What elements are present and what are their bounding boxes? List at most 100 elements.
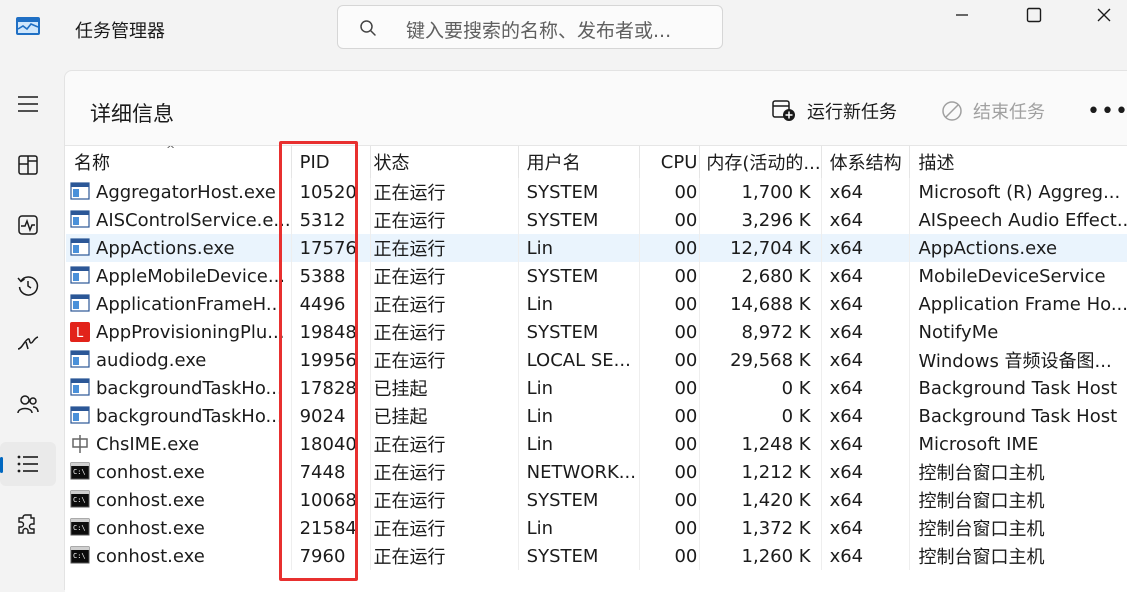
more-options-button[interactable]: •••: [1087, 99, 1127, 124]
cell-name: L AppProvisioningPlu...: [66, 318, 292, 346]
cell-name: C:\ conhost.exe: [66, 514, 292, 542]
cell-cpu: 00: [639, 318, 701, 346]
end-task-label: 结束任务: [973, 102, 1045, 123]
table-row[interactable]: audiodg.exe 19956 正在运行 LOCAL SE... 00 29,568 …: [66, 346, 1127, 374]
search-input[interactable]: 键入要搜索的名称、发布者或...: [406, 16, 671, 43]
task-manager-app-icon: [16, 17, 40, 35]
table-row[interactable]: C:\ conhost.exe 7448 正在运行 NETWORK... 00 1,212 …: [66, 458, 1127, 486]
cell-cpu: 00: [639, 262, 701, 290]
cell-architecture-text: x64: [829, 181, 864, 203]
cell-username-text: SYSTEM: [526, 209, 599, 231]
cell-cpu-text: 00: [674, 377, 698, 399]
minimize-button[interactable]: [932, 0, 992, 30]
cell-name: audiodg.exe: [66, 346, 292, 374]
table-row[interactable]: C:\ conhost.exe 10068 正在运行 SYSTEM 00 1,420 K x6…: [66, 486, 1127, 514]
table-header-row: 名称 ^ PID 状态 用户名 CPU 内存(活动的... 体系结构 描述: [66, 146, 1127, 178]
cell-name-text: conhost.exe: [96, 461, 205, 483]
cell-name-text: ApplicationFrameH...: [96, 293, 284, 315]
column-header-status[interactable]: 状态: [370, 146, 519, 178]
cell-username: Lin: [518, 514, 640, 542]
column-header-description[interactable]: 描述: [909, 146, 1127, 178]
table-row[interactable]: ApplicationFrameH... 4496 正在运行 Lin 00 14,688 …: [66, 290, 1127, 318]
cell-pid: 9024: [291, 402, 372, 430]
run-new-task-button[interactable]: 运行新任务: [771, 95, 897, 127]
cell-name: C:\ conhost.exe: [66, 486, 292, 514]
cell-username-text: SYSTEM: [526, 321, 599, 343]
column-header-architecture[interactable]: 体系结构: [821, 146, 911, 178]
cell-status-text: 正在运行: [373, 183, 446, 204]
table-row[interactable]: backgroundTaskHo... 9024 已挂起 Lin 00 0 K x64 Bac…: [66, 402, 1127, 430]
table-row[interactable]: AppleMobileDevice... 5388 正在运行 SYSTEM 00 2,68…: [66, 262, 1127, 290]
sidebar-item-app-history[interactable]: [0, 264, 56, 308]
column-header-pid[interactable]: PID: [291, 146, 372, 178]
sidebar-menu-button[interactable]: [0, 82, 56, 126]
cell-architecture: x64: [821, 234, 911, 262]
cell-description-text: Microsoft (R) Aggreg...: [918, 181, 1121, 203]
sidebar-item-startup[interactable]: [0, 322, 56, 366]
table-row[interactable]: AppActions.exe 17576 正在运行 Lin 00 12,704 K x64 A…: [66, 234, 1127, 262]
cell-cpu-text: 00: [674, 265, 698, 287]
cell-username: Lin: [518, 402, 640, 430]
process-window-icon: [70, 349, 90, 368]
sidebar-item-services[interactable]: [0, 502, 56, 546]
column-header-name[interactable]: 名称 ^: [66, 146, 292, 178]
cell-name-text: audiodg.exe: [96, 349, 207, 371]
cell-pid-text: 7448: [299, 461, 346, 483]
table-row[interactable]: backgroundTaskHo... 17828 已挂起 Lin 00 0 K x64 Ba…: [66, 374, 1127, 402]
cell-memory: 12,704 K: [699, 234, 822, 262]
cell-username: Lin: [518, 374, 640, 402]
cell-username: SYSTEM: [518, 262, 640, 290]
sidebar-item-processes[interactable]: [0, 143, 56, 187]
column-header-username[interactable]: 用户名: [518, 146, 640, 178]
table-row[interactable]: AISControlService.e... 5312 正在运行 SYSTEM 00 3,…: [66, 206, 1127, 234]
column-header-cpu[interactable]: CPU: [639, 146, 701, 178]
search-box[interactable]: 键入要搜索的名称、发布者或...: [337, 5, 723, 49]
cell-description-text: Microsoft IME: [918, 433, 1039, 455]
process-console-icon: C:\: [70, 462, 90, 480]
cell-username-text: Lin: [526, 377, 554, 399]
table-row[interactable]: L AppProvisioningPlu... 19848 正在运行 SYSTEM 00 8…: [66, 318, 1127, 346]
details-panel: 详细信息 运行新任务 结束任务 ••• 名称 ^ PID 状态 用户名 CPU …: [64, 70, 1127, 592]
cell-architecture-text: x64: [829, 209, 864, 231]
cell-username-text: SYSTEM: [526, 265, 599, 287]
table-row[interactable]: C:\ conhost.exe 7960 正在运行 SYSTEM 00 1,260 K x64…: [66, 542, 1127, 570]
end-task-button[interactable]: 结束任务: [941, 95, 1045, 127]
cell-memory: 14,688 K: [699, 290, 822, 318]
sidebar-item-users[interactable]: [0, 382, 56, 426]
cell-username: SYSTEM: [518, 542, 640, 570]
table-row[interactable]: AggregatorHost.exe 10520 正在运行 SYSTEM 00 1,700…: [66, 178, 1127, 206]
svg-text:C:\: C:\: [73, 524, 86, 532]
cell-memory-text: 8,972 K: [741, 321, 811, 343]
sidebar-item-details[interactable]: [0, 442, 56, 486]
maximize-button[interactable]: [1004, 0, 1064, 30]
cell-pid: 17828: [291, 374, 372, 402]
cell-description-text: AISpeech Audio Effect...: [918, 209, 1127, 231]
process-window-icon: [70, 181, 90, 200]
cell-name-text: AppProvisioningPlu...: [96, 321, 285, 343]
cell-pid: 19848: [291, 318, 372, 346]
svg-text:L: L: [76, 326, 84, 341]
cell-pid: 5388: [291, 262, 372, 290]
column-header-memory[interactable]: 内存(活动的...: [699, 146, 822, 178]
cell-username: SYSTEM: [518, 318, 640, 346]
cell-description: 控制台窗口主机: [909, 458, 1127, 486]
startup-icon: [17, 336, 39, 350]
performance-icon: [18, 215, 38, 235]
cell-description-text: 控制台窗口主机: [918, 519, 1045, 540]
cell-username: SYSTEM: [518, 486, 640, 514]
cell-pid-text: 10520: [299, 181, 357, 203]
cell-pid-text: 10068: [299, 489, 357, 511]
process-window-icon: [70, 265, 90, 284]
table-row[interactable]: ChsIME.exe 18040 正在运行 Lin 00 1,248 K x64 Micros…: [66, 430, 1127, 458]
cell-cpu: 00: [639, 486, 701, 514]
process-console-icon: C:\: [70, 546, 90, 564]
cell-architecture: x64: [821, 486, 911, 514]
close-button[interactable]: [1074, 0, 1127, 30]
cell-description-text: Application Frame Ho...: [918, 293, 1127, 315]
cell-pid-text: 19956: [299, 349, 357, 371]
cell-username: SYSTEM: [518, 178, 640, 206]
cell-username: LOCAL SE...: [518, 346, 640, 374]
sidebar-item-performance[interactable]: [0, 203, 56, 247]
users-icon: [17, 395, 39, 414]
table-row[interactable]: C:\ conhost.exe 21584 正在运行 Lin 00 1,372 K x64 控制…: [66, 514, 1127, 542]
